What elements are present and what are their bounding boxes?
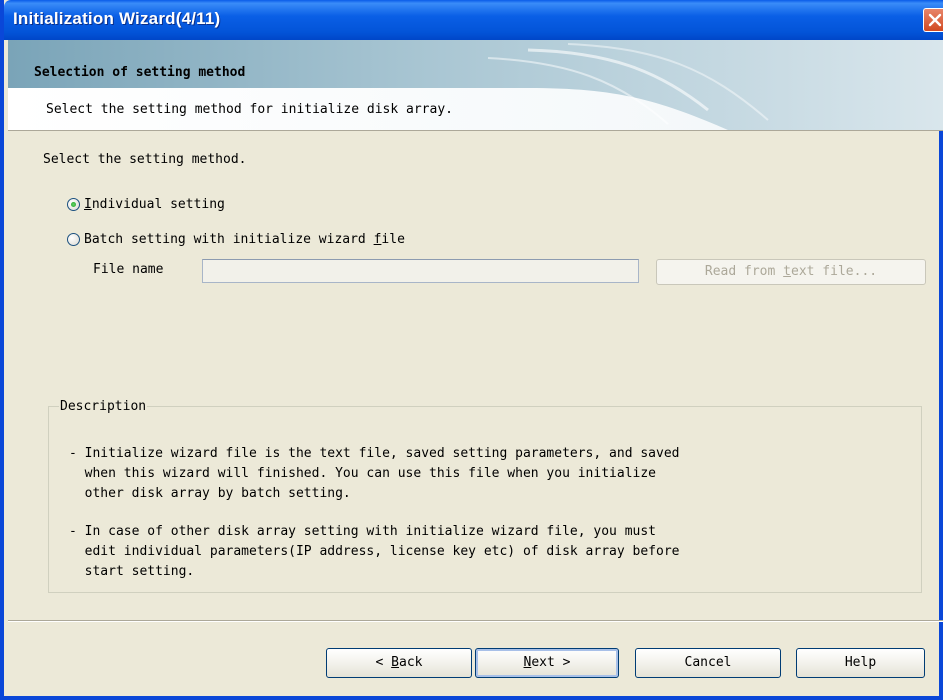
banner-subtitle: Select the setting method for initialize… [46, 102, 453, 117]
help-button[interactable]: Help [796, 648, 925, 678]
method-prompt: Select the setting method. [43, 152, 247, 167]
description-legend: Description [60, 399, 147, 414]
wizard-window: Initialization Wizard(4/11) Selection of… [0, 0, 943, 700]
close-icon [928, 13, 942, 27]
option-batch-setting[interactable]: Batch setting with initialize wizard fil… [67, 229, 405, 249]
read-from-text-file-button[interactable]: Read from text file... [656, 259, 926, 285]
footer-separator [8, 620, 943, 622]
close-button[interactable] [923, 8, 943, 32]
description-group: Description - Initialize wizard file is … [48, 399, 922, 593]
title-bar[interactable]: Initialization Wizard(4/11) [4, 0, 943, 40]
file-name-input[interactable] [202, 259, 639, 283]
option-label: Individual setting [84, 196, 225, 212]
radio-individual-setting[interactable] [67, 197, 80, 211]
header-banner: Selection of setting method Select the s… [8, 40, 943, 131]
banner-title: Selection of setting method [34, 65, 246, 80]
window-title: Initialization Wizard(4/11) [13, 9, 221, 28]
back-button[interactable]: < Back [326, 648, 472, 678]
next-button[interactable]: Next > [475, 648, 619, 678]
option-individual-setting[interactable]: Individual setting [67, 194, 225, 214]
radio-batch-setting[interactable] [67, 232, 80, 246]
description-item: - Initialize wizard file is the text fil… [69, 446, 680, 501]
option-label: Batch setting with initialize wizard fil… [84, 231, 405, 247]
description-item: - In case of other disk array setting wi… [69, 524, 680, 579]
cancel-button[interactable]: Cancel [635, 648, 781, 678]
file-name-label: File name [93, 262, 164, 277]
